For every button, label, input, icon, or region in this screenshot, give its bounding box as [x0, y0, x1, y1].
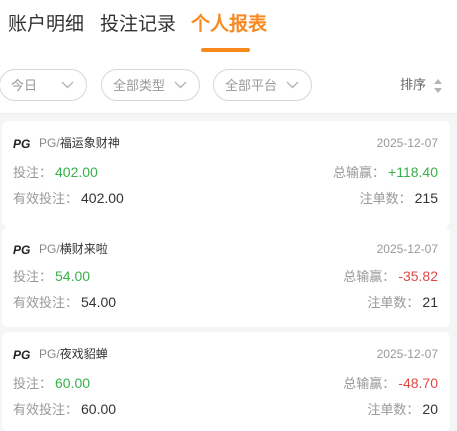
report-card: PG PG/夜戏貂蝉 2025-12-07 投注： 60.00 有效投注： 60.0… — [2, 332, 450, 431]
report-card: PG PG/横财来啦 2025-12-07 投注： 54.00 有效投注： 54.0… — [2, 227, 450, 327]
svg-text:PG: PG — [13, 243, 30, 255]
game-title: 横财来啦 — [59, 242, 108, 256]
provider-name: PG — [39, 136, 57, 150]
game-name: PG/横财来啦 — [39, 242, 108, 256]
tab-bet-records[interactable]: 投注记录 — [100, 12, 176, 38]
date-filter-dropdown[interactable]: 今日 — [0, 69, 87, 101]
bet-count: 注单数： 21 — [367, 294, 438, 310]
valid-bet-value: 402.00 — [81, 190, 124, 206]
valid-bet-value: 60.00 — [81, 401, 117, 417]
sort-label: 排序 — [400, 77, 427, 92]
valid-bet-value: 54.00 — [81, 294, 117, 310]
win-loss-total: 总输赢： -48.70 — [343, 375, 438, 391]
game-name: PG/夜戏貂蝉 — [39, 347, 108, 361]
game-name: PG/福运象财神 — [39, 136, 120, 150]
pg-logo-icon: PG — [13, 243, 30, 255]
sort-button[interactable]: 排序 — [400, 76, 442, 94]
pg-logo-icon: PG — [13, 348, 30, 360]
valid-bet-amount: 有效投注： 402.00 — [13, 190, 124, 206]
tab-personal-report[interactable]: 个人报表 — [191, 12, 267, 38]
platform-filter-dropdown[interactable]: 全部平台 — [213, 69, 312, 101]
bet-count: 注单数： 20 — [367, 401, 438, 417]
bet-value: 402.00 — [55, 164, 98, 180]
date-filter-label: 今日 — [11, 78, 38, 93]
type-filter-dropdown[interactable]: 全部类型 — [101, 69, 200, 101]
record-date: 2025-12-07 — [376, 242, 438, 256]
win-loss-total: 总输赢： +118.40 — [333, 164, 438, 180]
platform-filter-label: 全部平台 — [225, 78, 278, 93]
valid-bet-amount: 有效投注： 60.00 — [13, 401, 117, 417]
game-title: 夜戏貂蝉 — [59, 347, 108, 361]
chevron-down-icon — [174, 81, 187, 89]
provider-name: PG — [39, 347, 57, 361]
bet-count-value: 20 — [422, 401, 438, 417]
record-date: 2025-12-07 — [376, 347, 438, 361]
chevron-down-icon — [286, 81, 299, 89]
bet-value: 60.00 — [55, 375, 91, 391]
win-loss-total: 总输赢： -35.82 — [343, 268, 438, 284]
svg-text:PG: PG — [13, 348, 30, 360]
tab-account-details[interactable]: 账户明细 — [8, 12, 84, 38]
win-loss-value: -48.70 — [398, 375, 438, 391]
chevron-down-icon — [61, 81, 74, 89]
bet-amount: 投注： 54.00 — [13, 268, 91, 284]
bet-amount: 投注： 60.00 — [13, 375, 91, 391]
game-title: 福运象财神 — [59, 136, 120, 150]
bet-amount: 投注： 402.00 — [13, 164, 98, 180]
win-loss-value: -35.82 — [398, 268, 438, 284]
filter-bar: 今日 全部类型 全部平台 排序 — [0, 52, 457, 114]
type-filter-label: 全部类型 — [113, 78, 166, 93]
bet-count-value: 215 — [414, 190, 438, 206]
svg-text:PG: PG — [13, 137, 30, 149]
bet-count: 注单数： 215 — [359, 190, 438, 206]
win-loss-value: +118.40 — [388, 164, 438, 180]
record-date: 2025-12-07 — [376, 136, 438, 150]
valid-bet-amount: 有效投注： 54.00 — [13, 294, 117, 310]
tab-bar: 账户明细 投注记录 个人报表 — [0, 0, 457, 52]
report-card: PG PG/福运象财神 2025-12-07 投注： 402.00 有效投注： 40… — [2, 121, 450, 227]
bet-value: 54.00 — [55, 268, 91, 284]
bet-count-value: 21 — [422, 294, 438, 310]
pg-logo-icon: PG — [13, 137, 30, 149]
provider-name: PG — [39, 242, 57, 256]
sort-icon — [434, 79, 442, 93]
